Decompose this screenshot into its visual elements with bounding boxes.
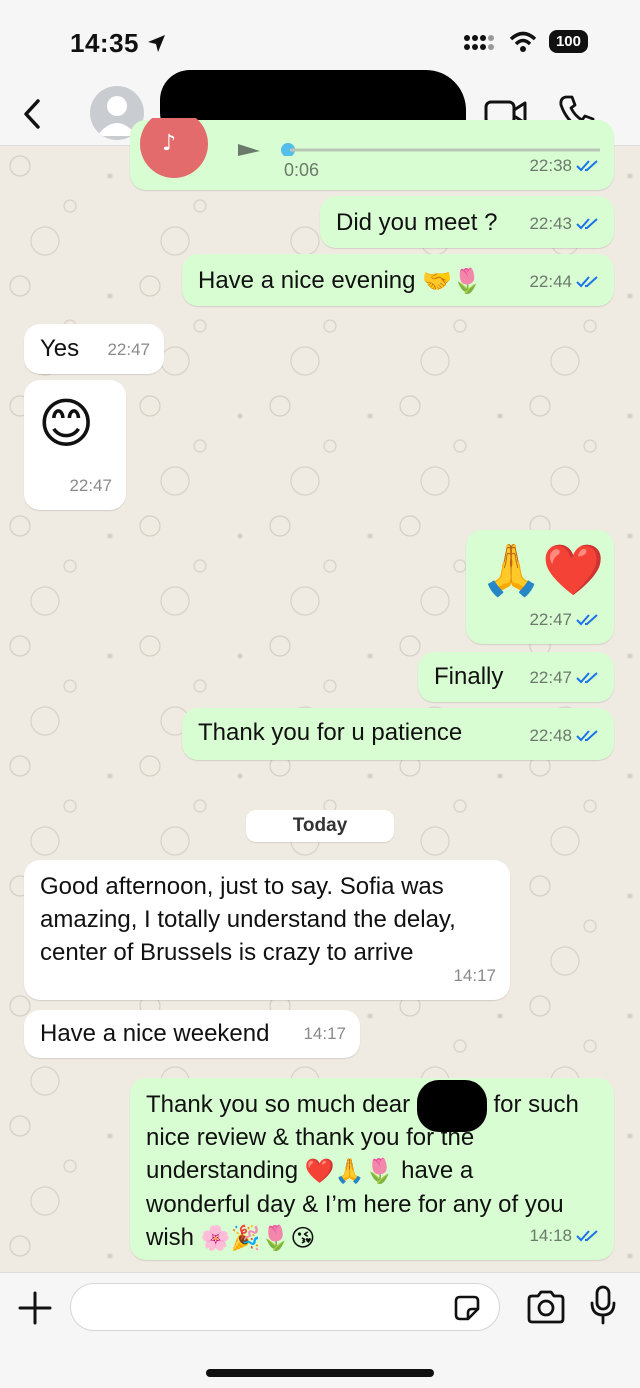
message-meta: 22:43: [529, 207, 600, 240]
message-text: Did you meet ?: [336, 209, 498, 236]
read-ticks-icon: [576, 275, 598, 287]
message-text: Have a nice evening 🤝🌷: [198, 264, 482, 298]
back-icon: [24, 99, 40, 129]
sticker-icon: [454, 1295, 480, 1321]
message-input[interactable]: [70, 1283, 500, 1331]
attach-button[interactable]: [16, 1289, 54, 1327]
message-text: Yes: [40, 335, 80, 362]
read-ticks-icon: [576, 217, 598, 229]
battery-indicator: 100: [548, 30, 588, 53]
read-ticks-icon: [576, 1229, 598, 1241]
camera-button[interactable]: [526, 1289, 566, 1325]
message-meta: 22:44: [529, 265, 600, 298]
outgoing-message[interactable]: 🙏❤️ 22:47: [466, 530, 614, 644]
message-meta: 22:47: [529, 661, 600, 694]
svg-text:♪: ♪: [162, 131, 176, 156]
message-meta: 14:17: [453, 966, 496, 985]
outgoing-message[interactable]: Have a nice evening 🤝🌷 22:44: [182, 254, 614, 306]
message-meta: 22:47: [107, 340, 150, 359]
message-emoji: 🌸🎉🌷😘: [200, 1225, 316, 1253]
mic-button[interactable]: [590, 1285, 616, 1325]
message-meta: 22:47: [69, 476, 112, 495]
message-meta: 22:38: [529, 149, 600, 182]
read-ticks-icon: [576, 613, 598, 625]
message-text: Good afternoon, just to say. Sofia was a…: [40, 873, 456, 966]
voice-avatar-icon: ♪: [140, 118, 208, 178]
wifi-icon: [509, 31, 537, 52]
sticker-button[interactable]: [452, 1293, 482, 1323]
incoming-message[interactable]: Yes 22:47: [24, 324, 164, 374]
composer-bar: [0, 1272, 640, 1388]
message-text: Have a nice weekend: [40, 1020, 270, 1047]
read-ticks-icon: [576, 159, 598, 171]
message-text: Thank you for u patience: [198, 719, 463, 746]
home-indicator: [206, 1369, 434, 1377]
outgoing-message[interactable]: Thank you for u patience 22:48: [182, 708, 614, 760]
signal-icon: [463, 34, 494, 50]
outgoing-message[interactable]: Finally 22:47: [418, 652, 614, 702]
back-button[interactable]: [14, 94, 50, 134]
message-meta: 14:17: [303, 1024, 346, 1043]
outgoing-message[interactable]: Did you meet ? 22:43: [320, 196, 614, 248]
status-indicators: 100: [463, 30, 588, 53]
read-ticks-icon: [576, 671, 598, 683]
date-separator: Today: [246, 810, 394, 842]
message-emoji: 🤝🌷: [422, 268, 482, 296]
voice-message[interactable]: ♪ 0:06 22:38: [130, 118, 614, 190]
status-time: 14:35: [70, 28, 139, 58]
message-meta: 14:18: [529, 1219, 600, 1252]
location-arrow-icon: [148, 35, 165, 52]
mic-icon: [590, 1285, 616, 1325]
message-emoji: 🙏❤️: [480, 542, 605, 598]
outgoing-message[interactable]: Thank you so much dear for such nice rev…: [130, 1078, 614, 1260]
camera-icon: [527, 1290, 565, 1324]
message-emoji: 😊: [38, 394, 95, 454]
message-emoji: ❤️🙏🌷: [304, 1158, 395, 1186]
message-meta: 22:47: [529, 603, 600, 636]
voice-duration: 0:06: [284, 160, 320, 180]
message-meta: 22:48: [529, 719, 600, 752]
plus-icon: [18, 1291, 52, 1325]
name-redacted: [416, 1079, 487, 1132]
incoming-message[interactable]: Good afternoon, just to say. Sofia was a…: [24, 860, 510, 1000]
message-text: Finally: [434, 663, 504, 690]
read-ticks-icon: [576, 729, 598, 741]
incoming-message[interactable]: Have a nice weekend 14:17: [24, 1010, 360, 1058]
incoming-message[interactable]: 😊 22:47: [24, 380, 126, 510]
